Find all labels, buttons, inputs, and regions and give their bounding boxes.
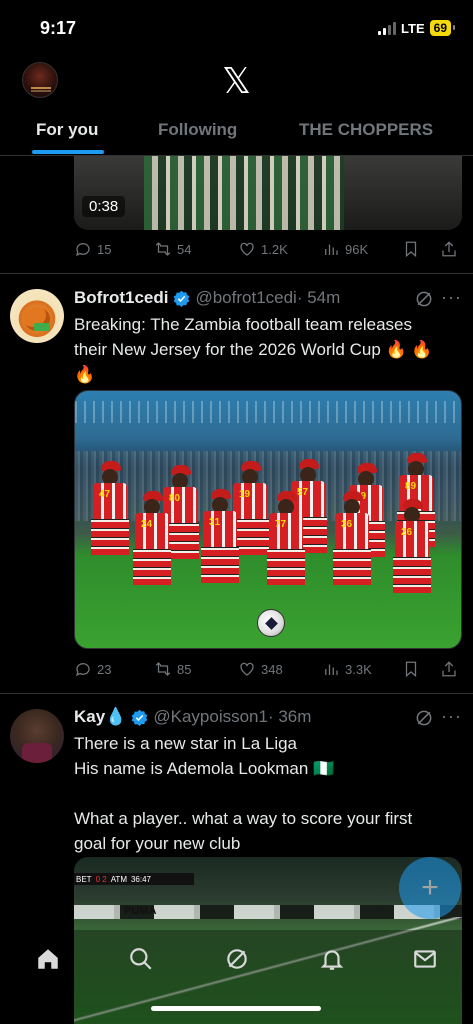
repost-icon — [155, 662, 171, 676]
author-name[interactable]: Kay — [74, 707, 105, 727]
avatar[interactable] — [10, 709, 64, 763]
player: 31 — [199, 489, 241, 599]
status-time: 9:17 — [40, 18, 77, 38]
share-icon — [442, 241, 456, 257]
tweet-time: · 36m — [267, 707, 312, 726]
reply-count: 15 — [97, 241, 112, 257]
player: 24 — [131, 491, 173, 601]
tweet-divider — [0, 693, 473, 694]
grok-icon[interactable] — [414, 289, 434, 309]
tweet-text: There is a new star in La Liga His name … — [74, 734, 413, 853]
views-icon — [325, 664, 338, 675]
like-count: 1.2K — [261, 241, 288, 257]
profile-avatar[interactable] — [22, 62, 58, 98]
video-thumbnail[interactable] — [74, 156, 462, 230]
reply-count: 23 — [97, 661, 112, 677]
more-options-icon[interactable]: ··· — [441, 287, 462, 308]
reply-icon — [76, 243, 90, 257]
scoreboard: BET 0 2 ATM 36:47 — [74, 873, 194, 885]
tab-for-you[interactable]: For you — [36, 120, 98, 140]
share-button[interactable] — [440, 660, 458, 678]
tweet-header: Kay 💧 @Kaypoisson1 · 36m — [74, 706, 311, 728]
player: 36 — [331, 491, 373, 601]
timeline-header: 𝕏 For you Following THE CHOPPERS — [0, 56, 473, 156]
repost-count: 85 — [177, 661, 192, 677]
reply-icon — [76, 663, 90, 677]
video-duration: 0:38 — [82, 196, 126, 217]
repost-button[interactable]: 85 — [154, 660, 191, 678]
author-name[interactable]: Bofrot1cedi — [74, 288, 168, 308]
avatar[interactable] — [10, 289, 64, 343]
share-button[interactable] — [440, 240, 458, 258]
reply-button[interactable]: 15 — [74, 240, 111, 258]
share-icon — [442, 661, 456, 677]
reply-button[interactable]: 23 — [74, 660, 111, 678]
tweet-header: Bofrot1cedi @bofrot1cedi · 54m — [74, 287, 340, 309]
views-count: 3.3K — [345, 661, 372, 677]
status-indicators: LTE 69 — [378, 20, 456, 36]
player: 47 — [89, 461, 131, 571]
tweet-text: Breaking: The Zambia football team relea… — [74, 315, 433, 384]
like-button[interactable]: 348 — [238, 660, 283, 678]
network-label: LTE — [401, 20, 425, 36]
author-handle[interactable]: @Kaypoisson1 — [153, 707, 268, 727]
repost-button[interactable]: 54 — [154, 240, 191, 258]
tab-the-choppers[interactable]: THE CHOPPERS — [299, 120, 433, 140]
bookmark-icon — [405, 241, 417, 258]
verified-badge-icon — [174, 290, 190, 307]
compose-button[interactable]: + — [399, 857, 461, 919]
grok-icon[interactable] — [414, 708, 434, 728]
tab-following[interactable]: Following — [158, 120, 237, 140]
search-icon[interactable] — [128, 946, 154, 972]
bookmark-icon — [405, 661, 417, 678]
verified-badge-icon — [132, 709, 148, 726]
grok-nav-icon[interactable] — [224, 946, 250, 972]
player: 77 — [265, 491, 307, 601]
repost-icon — [155, 242, 171, 256]
heart-icon — [240, 662, 254, 676]
droplet-emoji: 💧 — [105, 707, 127, 726]
football — [257, 609, 285, 637]
bookmark-button[interactable] — [402, 660, 420, 678]
active-tab-indicator — [32, 150, 104, 154]
views-button[interactable]: 96K — [322, 240, 368, 258]
author-handle[interactable]: @bofrot1cedi — [195, 288, 296, 308]
home-icon[interactable] — [35, 946, 61, 972]
signal-icon — [378, 21, 397, 35]
tweet-time: · 54m — [296, 288, 341, 307]
player: 26 — [391, 499, 433, 609]
notifications-icon[interactable] — [319, 946, 345, 972]
timeline-tabs: For you Following THE CHOPPERS — [0, 112, 473, 156]
repost-count: 54 — [177, 241, 192, 257]
like-count: 348 — [261, 661, 283, 677]
status-bar: 9:17 LTE 69 — [0, 0, 473, 56]
tweet-actions: 23 85 348 3.3K — [74, 657, 462, 681]
views-button[interactable]: 3.3K — [322, 660, 372, 678]
messages-icon[interactable] — [412, 946, 438, 972]
home-indicator — [151, 1006, 321, 1011]
bookmark-button[interactable] — [402, 240, 420, 258]
heart-icon — [240, 242, 254, 256]
like-button[interactable]: 1.2K — [238, 240, 288, 258]
views-icon — [325, 244, 338, 255]
x-logo-icon: 𝕏 — [221, 61, 252, 102]
tweet-divider — [0, 273, 473, 274]
tweet-actions: 15 54 1.2K 96K — [74, 237, 462, 261]
more-options-icon[interactable]: ··· — [441, 706, 462, 727]
views-count: 96K — [345, 241, 369, 257]
battery-icon: 69 — [429, 20, 456, 36]
tweet-image[interactable]: 47 80 19 57 99 89 24 31 77 36 26 — [74, 390, 462, 649]
